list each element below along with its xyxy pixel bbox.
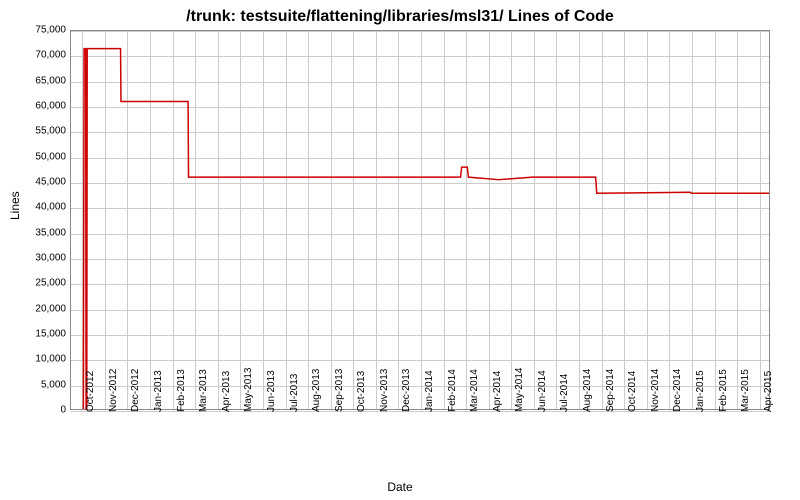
x-tick-label: Jul-2014 [559, 374, 570, 412]
x-tick-label: Oct-2014 [627, 371, 638, 412]
y-tick-label: 60,000 [35, 101, 66, 112]
x-tick-label: Feb-2015 [718, 369, 729, 412]
x-tick-label: Jun-2013 [266, 370, 277, 412]
x-tick-label: Aug-2013 [311, 369, 322, 412]
x-tick-label: May-2013 [243, 368, 254, 412]
x-tick-label: Jun-2014 [537, 370, 548, 412]
x-tick-label: Nov-2014 [650, 369, 661, 412]
y-tick-label: 70,000 [35, 50, 66, 61]
y-tick-label: 30,000 [35, 253, 66, 264]
x-tick-label: Jan-2014 [424, 370, 435, 412]
x-tick-label: Jan-2015 [695, 370, 706, 412]
y-tick-label: 35,000 [35, 227, 66, 238]
x-tick-label: Dec-2013 [401, 369, 412, 412]
y-tick-label: 75,000 [35, 25, 66, 36]
y-tick-label: 55,000 [35, 126, 66, 137]
series-path [83, 49, 769, 409]
y-tick-label: 20,000 [35, 303, 66, 314]
x-tick-label: Oct-2012 [85, 371, 96, 412]
x-tick-label: Apr-2014 [492, 371, 503, 412]
x-tick-label: Aug-2014 [582, 369, 593, 412]
plot-area [70, 30, 770, 410]
chart-title: /trunk: testsuite/flattening/libraries/m… [0, 0, 800, 26]
x-tick-label: Mar-2015 [740, 369, 751, 412]
x-tick-label: Sep-2013 [334, 369, 345, 412]
x-tick-label: Oct-2013 [356, 371, 367, 412]
x-tick-label: Mar-2013 [198, 369, 209, 412]
x-tick-label: Nov-2013 [379, 369, 390, 412]
y-tick-label: 50,000 [35, 151, 66, 162]
x-tick-label: Jan-2013 [153, 370, 164, 412]
y-tick-label: 65,000 [35, 75, 66, 86]
y-tick-label: 5,000 [41, 379, 66, 390]
x-tick-label: Feb-2013 [176, 369, 187, 412]
data-series-line [71, 31, 769, 409]
x-tick-label: Feb-2014 [447, 369, 458, 412]
x-tick-label: Jul-2013 [289, 374, 300, 412]
y-axis-label: Lines [8, 191, 22, 220]
chart-container: /trunk: testsuite/flattening/libraries/m… [0, 0, 800, 500]
x-tick-label: Sep-2014 [605, 369, 616, 412]
x-axis-label: Date [387, 480, 412, 494]
x-tick-label: Dec-2014 [672, 369, 683, 412]
x-tick-label: Dec-2012 [130, 369, 141, 412]
y-tick-label: 0 [60, 405, 66, 416]
y-tick-label: 15,000 [35, 329, 66, 340]
x-tick-label: Nov-2012 [108, 369, 119, 412]
y-tick-label: 40,000 [35, 202, 66, 213]
x-tick-label: Apr-2013 [221, 371, 232, 412]
x-tick-label: Apr-2015 [763, 371, 774, 412]
y-tick-label: 10,000 [35, 354, 66, 365]
x-tick-label: May-2014 [514, 368, 525, 412]
y-tick-label: 25,000 [35, 278, 66, 289]
x-tick-label: Mar-2014 [469, 369, 480, 412]
y-tick-label: 45,000 [35, 177, 66, 188]
